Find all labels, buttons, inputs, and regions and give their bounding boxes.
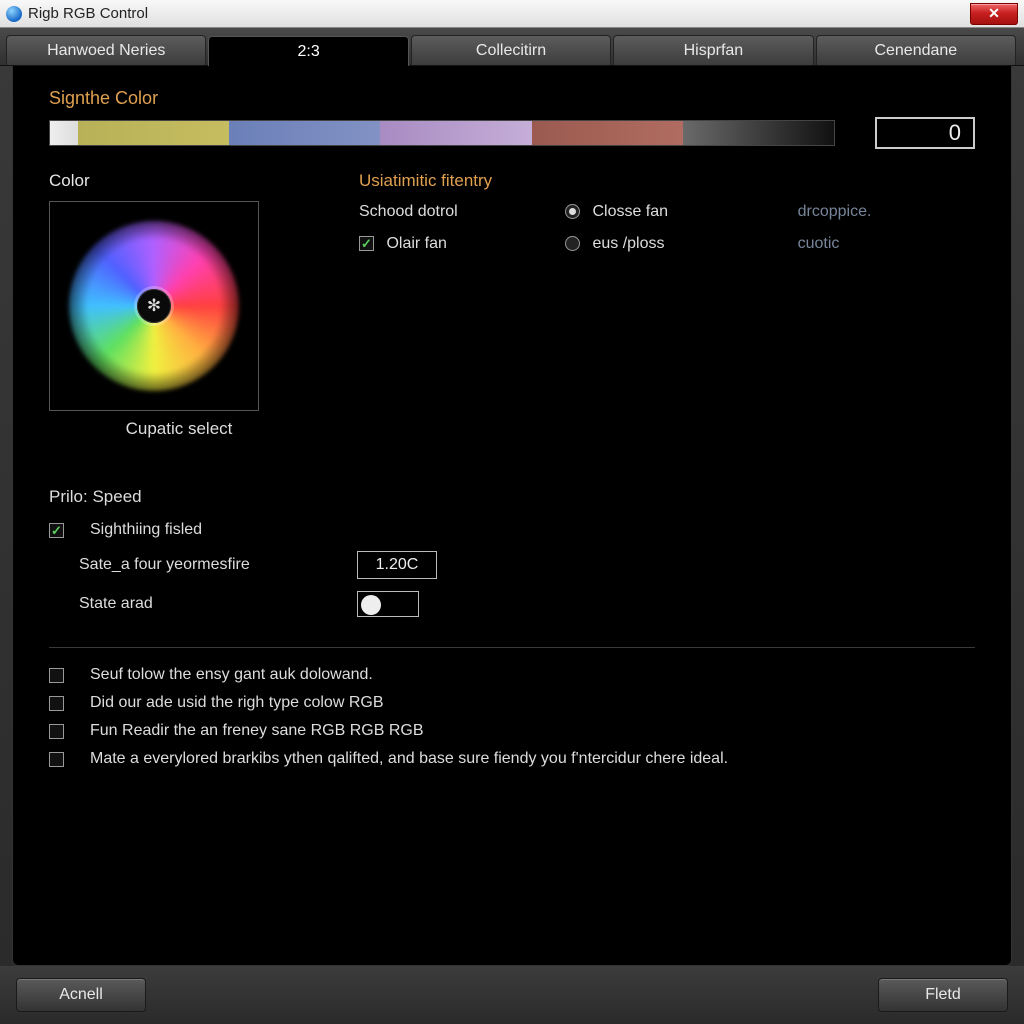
spectrum-row: 0 <box>49 117 975 149</box>
olair-fan-label: Olair fan <box>386 235 446 252</box>
divider <box>49 647 975 648</box>
app-window: Rigb RGB Control ✕ Hanwoed Neries 2:3 Co… <box>0 0 1024 1024</box>
check-1-label: Seuf tolow the ensy gant auk dolowand. <box>90 666 373 684</box>
tab-label: Hanwoed Neries <box>47 42 165 60</box>
color-wheel-center-icon[interactable]: ✻ <box>137 289 171 323</box>
window-title: Rigb RGB Control <box>28 5 148 22</box>
settings-column: Usiatimitic fitentry Schood dotrol Closs… <box>359 171 975 439</box>
check-3[interactable] <box>49 724 64 739</box>
tab-bar: Hanwoed Neries 2:3 Collecitirn Hisprfan … <box>0 28 1024 66</box>
spectrum-seg-red <box>532 121 683 145</box>
color-row: Color ✻ Cupatic select Usiatimitic fiten… <box>49 171 975 439</box>
check-row-1: Seuf tolow the ensy gant auk dolowand. <box>49 666 975 684</box>
sighting-label: Sighthiing fisled <box>90 521 202 539</box>
speed-section: Prilo: Speed Sighthiing fisled Sate_a fo… <box>49 487 975 629</box>
school-dotrol-label: Schood dotrol <box>359 203 539 221</box>
tab-hanwoed[interactable]: Hanwoed Neries <box>6 35 206 65</box>
cuotic-hint: cuotic <box>798 235 975 253</box>
spectrum-seg-blue <box>229 121 380 145</box>
tab-collect[interactable]: Collecitirn <box>411 35 611 65</box>
spectrum-seg-olive <box>78 121 229 145</box>
check-row-4: Mate a everylored brarkibs ythen qalifte… <box>49 750 975 768</box>
sate-row: Sate_a four yeormesfire 1.20C <box>49 551 975 579</box>
sighting-row: Sighthiing fisled <box>49 521 975 539</box>
spectrum-seg-purple <box>380 121 531 145</box>
settings-title: Usiatimitic fitentry <box>359 171 975 191</box>
tab-hisprfan[interactable]: Hisprfan <box>613 35 813 65</box>
toggle-knob <box>361 595 381 615</box>
check-4-label: Mate a everylored brarkibs ythen qalifte… <box>90 750 728 768</box>
title-bar: Rigb RGB Control ✕ <box>0 0 1024 28</box>
state-arad-label: State arad <box>79 595 339 613</box>
sate-label: Sate_a four yeormesfire <box>79 556 339 574</box>
color-label: Color <box>49 171 309 191</box>
drcoppice-hint: drcoppice. <box>798 203 975 221</box>
speed-title: Prilo: Speed <box>49 487 975 507</box>
footer: Acnell Fletd <box>0 966 1024 1024</box>
color-spectrum-slider[interactable] <box>49 120 835 146</box>
check-2-label: Did our ade usid the righ type colow RGB <box>90 694 383 712</box>
check-row-2: Did our ade usid the righ type colow RGB <box>49 694 975 712</box>
eus-ploss-label: eus /ploss <box>592 235 664 252</box>
tab-cenendane[interactable]: Cenendane <box>816 35 1016 65</box>
close-fan-radio[interactable] <box>565 204 580 219</box>
check-3-label: Fun Readir the an freney sane RGB RGB RG… <box>90 722 423 740</box>
tab-label: 2:3 <box>297 43 319 61</box>
color-column: Color ✻ Cupatic select <box>49 171 309 439</box>
olair-fan-checkbox[interactable] <box>359 236 374 251</box>
olair-fan-check-wrapper: Olair fan <box>359 235 539 253</box>
content-area: Signthe Color 0 Color ✻ Cupatic select <box>12 66 1012 966</box>
close-button[interactable]: ✕ <box>970 3 1018 25</box>
fletd-button[interactable]: Fletd <box>878 978 1008 1012</box>
signthe-label: Signthe Color <box>49 88 975 109</box>
fletd-label: Fletd <box>925 986 961 1004</box>
sate-value-input[interactable]: 1.20C <box>357 551 437 579</box>
eus-ploss-radio[interactable] <box>565 236 580 251</box>
tab-23[interactable]: 2:3 <box>208 36 408 66</box>
color-wheel-box: ✻ <box>49 201 259 411</box>
check-1[interactable] <box>49 668 64 683</box>
checklist: Seuf tolow the ensy gant auk dolowand. D… <box>49 666 975 778</box>
spectrum-seg-grey <box>683 121 834 145</box>
acnell-button[interactable]: Acnell <box>16 978 146 1012</box>
tab-label: Cenendane <box>874 42 957 60</box>
state-arad-row: State arad <box>49 591 975 617</box>
acnell-label: Acnell <box>59 986 103 1004</box>
tab-label: Hisprfan <box>684 42 744 60</box>
check-4[interactable] <box>49 752 64 767</box>
close-icon: ✕ <box>988 5 1000 22</box>
color-wheel-caption: Cupatic select <box>49 419 309 439</box>
state-arad-toggle[interactable] <box>357 591 419 617</box>
app-icon <box>6 6 22 22</box>
sighting-checkbox[interactable] <box>49 523 64 538</box>
settings-grid: Schood dotrol Closse fan drcoppice. Olai… <box>359 203 975 253</box>
close-fan-label: Closse fan <box>592 203 668 220</box>
spectrum-value-input[interactable]: 0 <box>875 117 975 149</box>
tab-label: Collecitirn <box>476 42 546 60</box>
eus-ploss-radio-wrapper: eus /ploss <box>565 235 772 253</box>
check-row-3: Fun Readir the an freney sane RGB RGB RG… <box>49 722 975 740</box>
close-fan-radio-wrapper: Closse fan <box>565 203 772 221</box>
check-2[interactable] <box>49 696 64 711</box>
spectrum-seg-white <box>50 121 78 145</box>
